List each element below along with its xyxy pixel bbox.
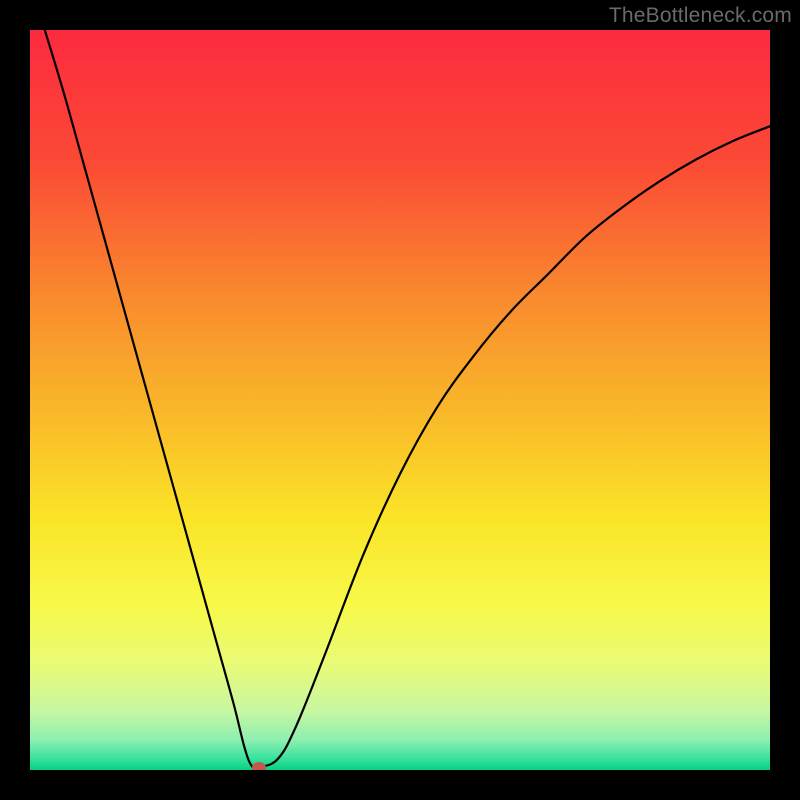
bottleneck-curve — [30, 30, 770, 770]
plot-area — [30, 30, 770, 770]
chart-frame: TheBottleneck.com — [0, 0, 800, 800]
watermark-text: TheBottleneck.com — [609, 4, 792, 28]
optimal-point-marker — [252, 762, 266, 770]
